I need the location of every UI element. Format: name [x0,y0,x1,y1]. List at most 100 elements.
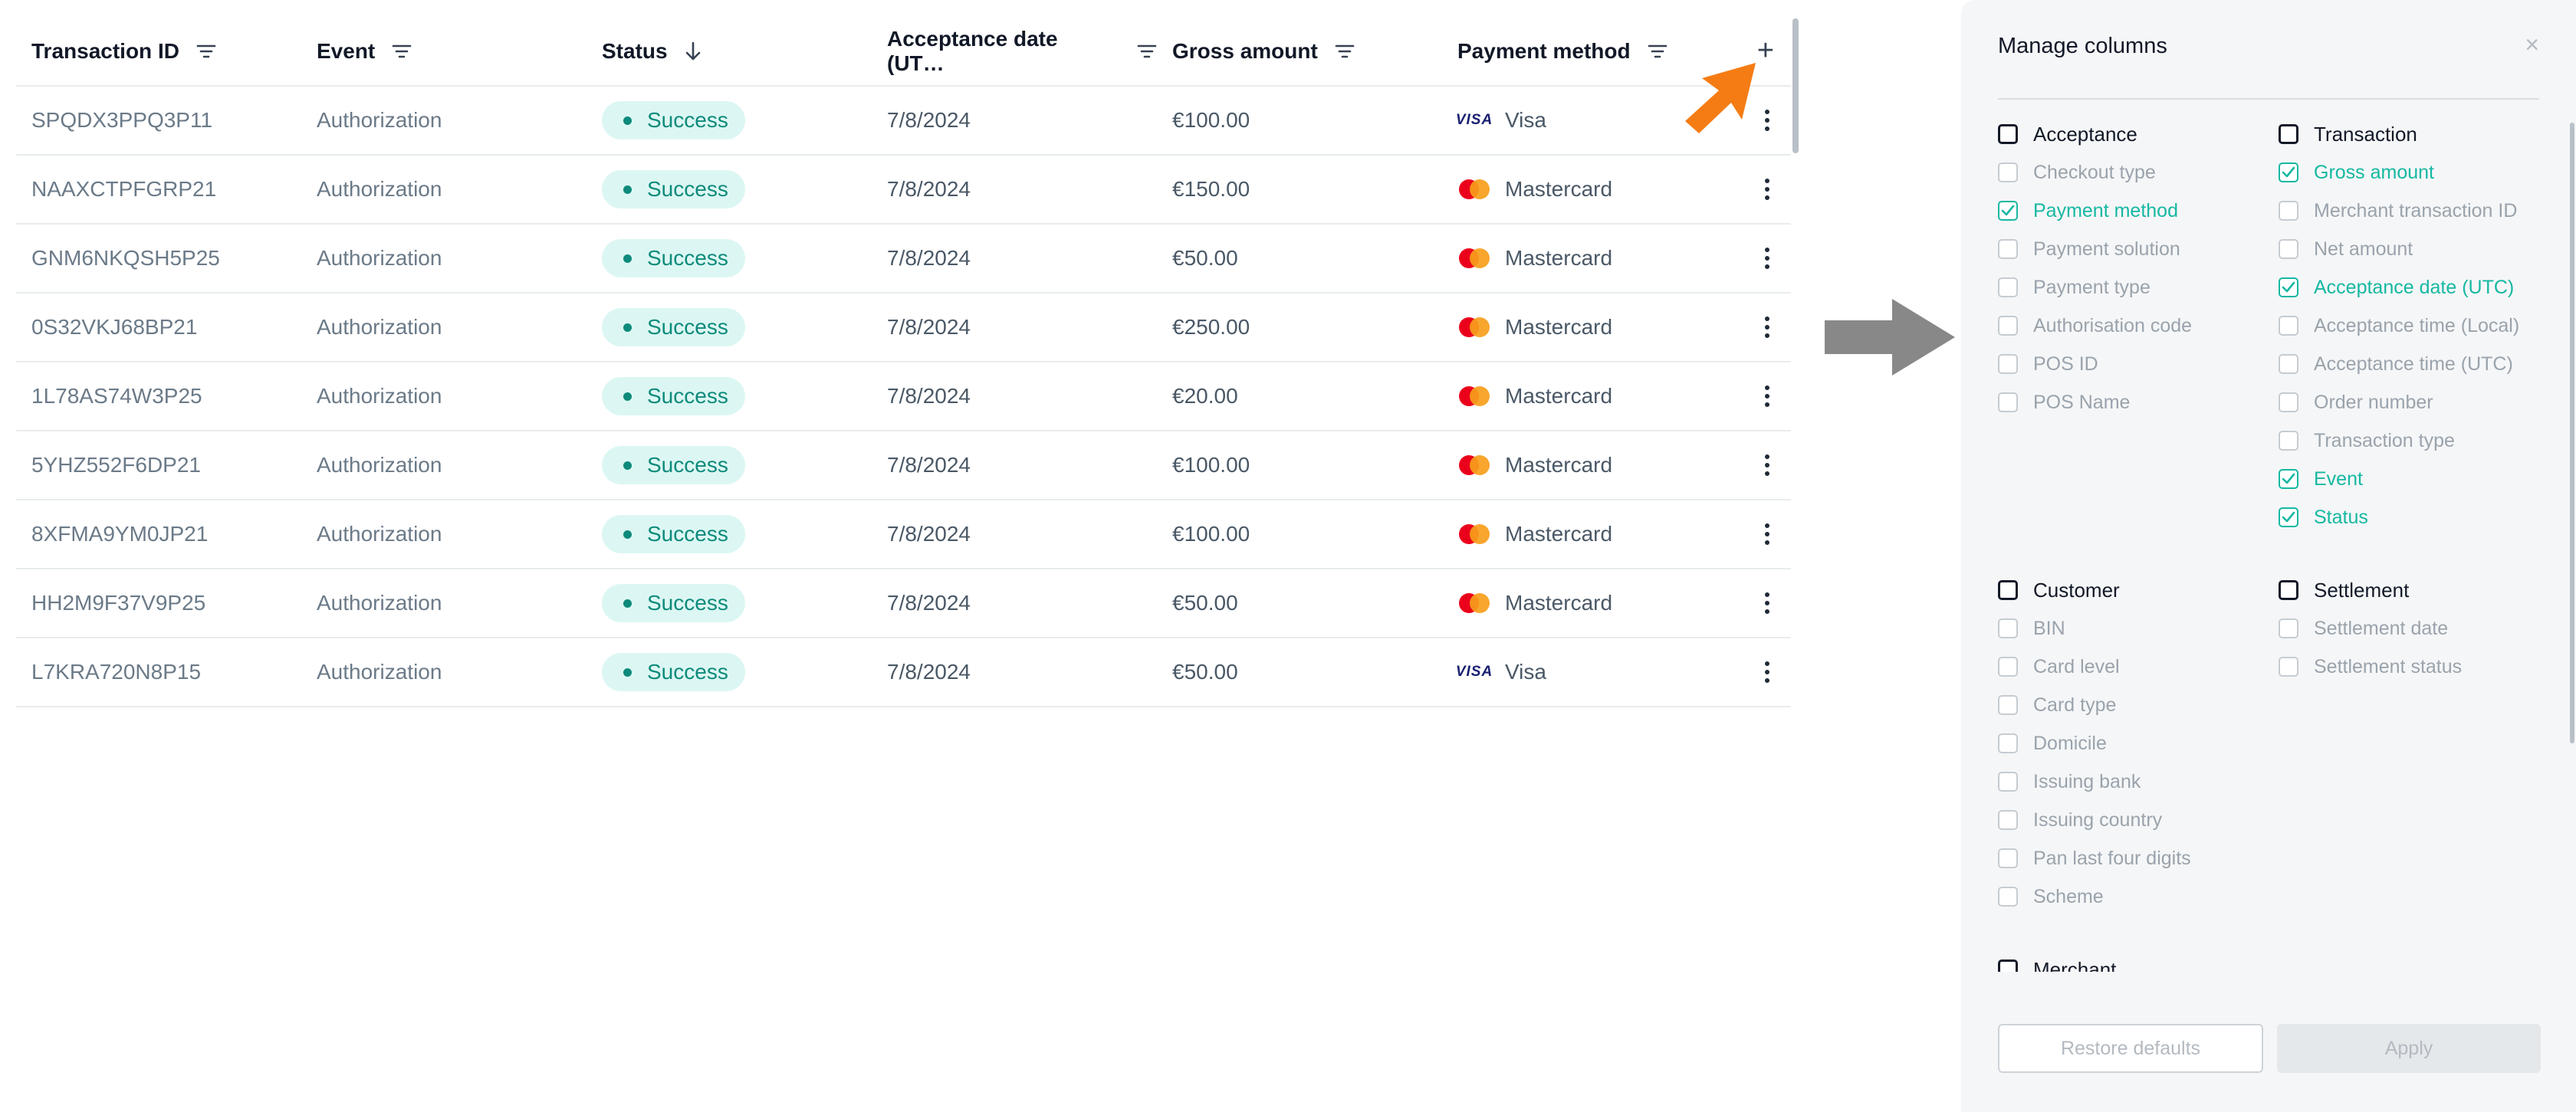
cell-transaction-id[interactable]: GNM6NKQSH5P25 [16,246,301,271]
row-actions-kebab-icon[interactable] [1765,248,1769,269]
column-option-domicile[interactable]: Domicile [1998,724,2191,763]
column-option-acceptance-time-utc[interactable]: Acceptance time (UTC) [2279,345,2519,383]
column-option-pos-id[interactable]: POS ID [1998,345,2192,383]
checkbox[interactable] [1998,162,2018,182]
row-actions-kebab-icon[interactable] [1765,317,1769,338]
cell-transaction-id[interactable]: NAAXCTPFGRP21 [16,177,301,202]
checkbox[interactable] [1998,239,2018,259]
filter-icon[interactable] [392,44,412,59]
row-actions-kebab-icon[interactable] [1765,385,1769,407]
column-option-issuing-country[interactable]: Issuing country [1998,801,2191,839]
column-option-settlement-date[interactable]: Settlement date [2279,609,2462,648]
column-option-gross-amount[interactable]: Gross amount [2279,153,2519,192]
column-option-transaction-type[interactable]: Transaction type [2279,422,2519,460]
group-checkbox-settlement[interactable]: Settlement [2279,571,2462,609]
table-row[interactable]: 1L78AS74W3P25 Authorization Success 7/8/202… [16,362,1791,431]
column-option-event[interactable]: Event [2279,460,2519,498]
filter-icon[interactable] [196,44,216,59]
row-actions-kebab-icon[interactable] [1765,110,1769,131]
table-row[interactable]: 5YHZ552F6DP21 Authorization Success 7/8/202… [16,431,1791,500]
table-row[interactable]: HH2M9F37V9P25 Authorization Success 7/8/202… [16,569,1791,638]
row-actions-kebab-icon[interactable] [1765,592,1769,614]
column-option-settlement-status[interactable]: Settlement status [2279,648,2462,686]
cell-transaction-id[interactable]: SPQDX3PPQ3P11 [16,108,301,133]
col-header-event[interactable]: Event [301,39,586,64]
restore-defaults-button[interactable]: Restore defaults [1998,1024,2263,1073]
cell-transaction-id[interactable]: 5YHZ552F6DP21 [16,453,301,477]
checkbox[interactable] [1998,695,2018,715]
cell-transaction-id[interactable]: HH2M9F37V9P25 [16,591,301,615]
column-option-acceptance-time-local[interactable]: Acceptance time (Local) [2279,307,2519,345]
panel-scrollbar[interactable] [2570,123,2574,743]
checked-checkbox[interactable] [2279,507,2298,527]
column-option-order-number[interactable]: Order number [2279,383,2519,422]
column-option-merchant-transaction-id[interactable]: Merchant transaction ID [2279,192,2519,230]
column-option-acceptance-date-utc[interactable]: Acceptance date (UTC) [2279,268,2519,307]
checkbox[interactable] [2279,657,2298,677]
table-row[interactable]: 8XFMA9YM0JP21 Authorization Success 7/8/202… [16,500,1791,569]
table-row[interactable]: SPQDX3PPQ3P11 Authorization Success 7/8/202… [16,87,1791,156]
checkbox[interactable] [2279,354,2298,374]
filter-icon[interactable] [1335,44,1355,59]
close-icon[interactable]: × [2525,31,2539,59]
column-option-bin[interactable]: BIN [1998,609,2191,648]
checkbox[interactable] [1998,959,2018,972]
cell-transaction-id[interactable]: L7KRA720N8P15 [16,660,301,684]
column-option-payment-method[interactable]: Payment method [1998,192,2192,230]
checkbox[interactable] [1998,392,2018,412]
checkbox[interactable] [1998,618,2018,638]
checkbox[interactable] [1998,848,2018,868]
table-scrollbar[interactable] [1792,18,1799,153]
group-checkbox-acceptance[interactable]: Acceptance [1998,115,2192,153]
checked-checkbox[interactable] [2279,277,2298,297]
column-option-net-amount[interactable]: Net amount [2279,230,2519,268]
col-header-status[interactable]: Status [586,39,872,64]
column-option-card-type[interactable]: Card type [1998,686,2191,724]
sort-arrow-down-icon[interactable] [685,41,702,61]
checked-checkbox[interactable] [1998,201,2018,221]
column-option-authorisation-code[interactable]: Authorisation code [1998,307,2192,345]
table-row[interactable]: GNM6NKQSH5P25 Authorization Success 7/8/202… [16,225,1791,294]
checkbox[interactable] [2279,431,2298,451]
group-checkbox-merchant[interactable]: Merchant [1998,950,2116,972]
table-row[interactable]: L7KRA720N8P15 Authorization Success 7/8/202… [16,638,1791,707]
group-checkbox-customer[interactable]: Customer [1998,571,2191,609]
column-option-pos-name[interactable]: POS Name [1998,383,2192,422]
checkbox[interactable] [1998,124,2018,144]
cell-transaction-id[interactable]: 8XFMA9YM0JP21 [16,522,301,546]
row-actions-kebab-icon[interactable] [1765,454,1769,476]
apply-button[interactable]: Apply [2277,1024,2541,1073]
cell-transaction-id[interactable]: 1L78AS74W3P25 [16,384,301,408]
checkbox[interactable] [2279,124,2298,144]
checked-checkbox[interactable] [2279,469,2298,489]
checkbox[interactable] [1998,277,2018,297]
checkbox[interactable] [2279,239,2298,259]
row-actions-kebab-icon[interactable] [1765,179,1769,200]
column-option-checkout-type[interactable]: Checkout type [1998,153,2192,192]
filter-icon[interactable] [1648,44,1668,59]
column-option-issuing-bank[interactable]: Issuing bank [1998,763,2191,801]
checkbox[interactable] [2279,618,2298,638]
table-row[interactable]: 0S32VKJ68BP21 Authorization Success 7/8/202… [16,294,1791,362]
column-option-payment-solution[interactable]: Payment solution [1998,230,2192,268]
checkbox[interactable] [1998,772,2018,792]
row-actions-kebab-icon[interactable] [1765,661,1769,683]
checkbox[interactable] [1998,354,2018,374]
col-header-transaction-id[interactable]: Transaction ID [16,39,301,64]
group-checkbox-transaction[interactable]: Transaction [2279,115,2519,153]
column-option-payment-type[interactable]: Payment type [1998,268,2192,307]
checkbox[interactable] [1998,316,2018,336]
col-header-gross-amount[interactable]: Gross amount [1157,39,1442,64]
table-row[interactable]: NAAXCTPFGRP21 Authorization Success 7/8/202… [16,156,1791,225]
column-option-scheme[interactable]: Scheme [1998,877,2191,916]
checked-checkbox[interactable] [2279,162,2298,182]
col-header-acceptance-date[interactable]: Acceptance date (UT… [872,27,1157,76]
checkbox[interactable] [1998,657,2018,677]
column-option-pan-last-four-digits[interactable]: Pan last four digits [1998,839,2191,877]
checkbox[interactable] [2279,201,2298,221]
checkbox[interactable] [2279,392,2298,412]
cell-transaction-id[interactable]: 0S32VKJ68BP21 [16,315,301,340]
checkbox[interactable] [1998,887,2018,907]
checkbox[interactable] [2279,316,2298,336]
checkbox[interactable] [1998,810,2018,830]
